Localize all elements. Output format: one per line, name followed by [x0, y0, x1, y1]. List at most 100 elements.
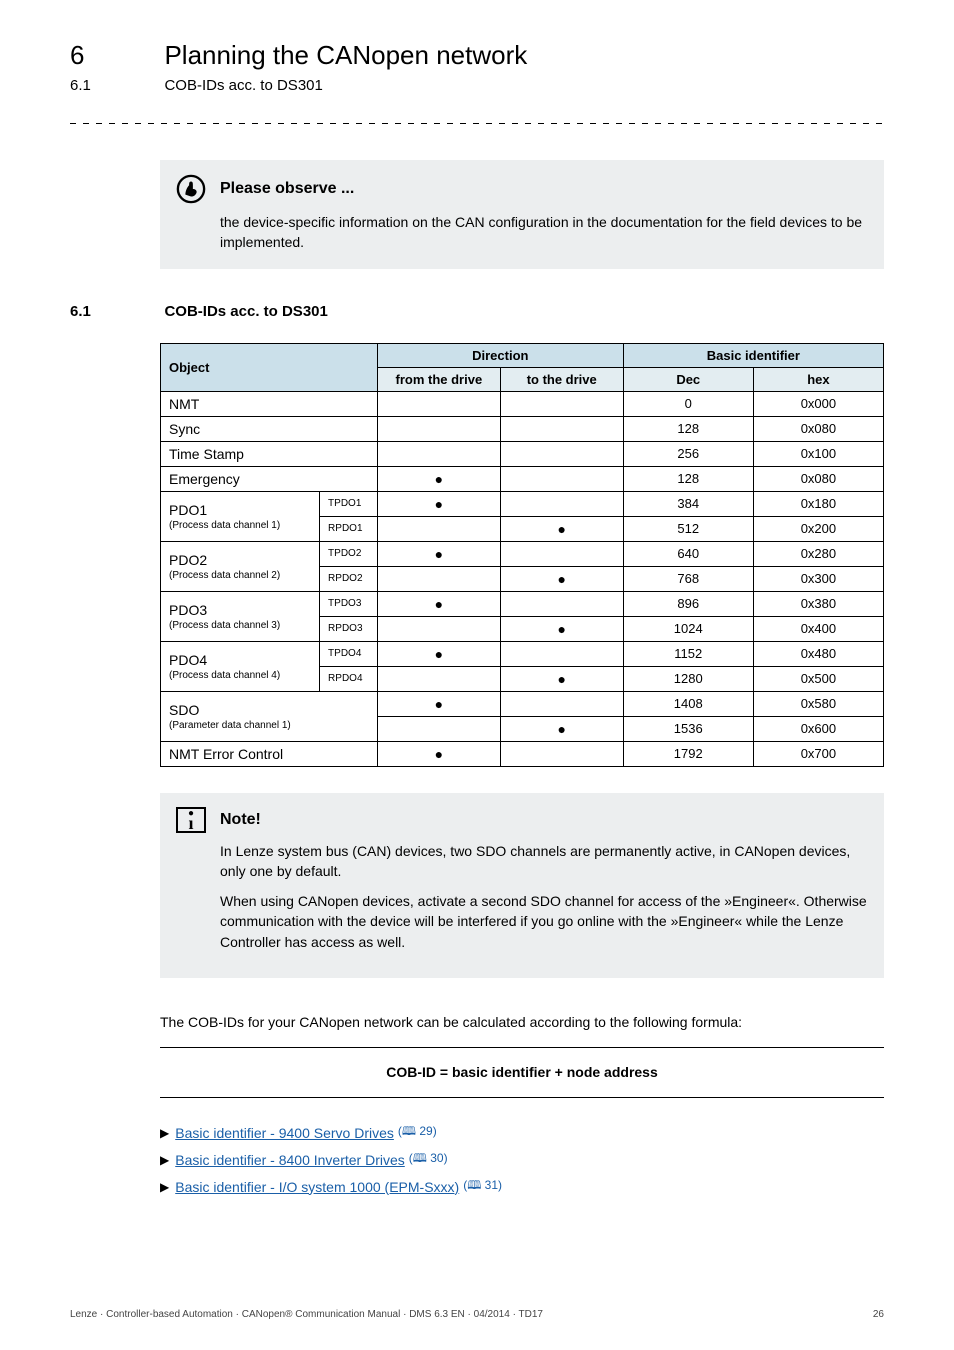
section-heading: 6.1 COB-IDs acc. to DS301 — [70, 303, 884, 321]
link-item: ▶ Basic identifier - 8400 Inverter Drives… — [160, 1149, 884, 1170]
cob-id-table: Object Direction Basic identifier from t… — [160, 343, 884, 767]
table-cell — [377, 391, 500, 416]
link-text[interactable]: Basic identifier - I/O system 1000 (EPM-… — [175, 1179, 459, 1195]
table-cell: ● — [377, 591, 500, 616]
note-p2: When using CANopen devices, activate a s… — [220, 891, 868, 952]
observe-box: Please observe ... the device-specific i… — [160, 160, 884, 269]
divider — [70, 123, 884, 124]
table-cell: ● — [377, 691, 500, 716]
table-cell: 1408 — [623, 691, 753, 716]
table-cell: ● — [500, 616, 623, 641]
table-cell: 0x100 — [753, 441, 883, 466]
table-row: NMT00x000 — [161, 391, 884, 416]
page-footer: Lenze · Controller-based Automation · CA… — [70, 1309, 884, 1320]
link-item: ▶ Basic identifier - I/O system 1000 (EPM… — [160, 1176, 884, 1197]
table-cell: 0x380 — [753, 591, 883, 616]
table-cell — [500, 741, 623, 766]
table-row: SDO(Parameter data channel 1)●14080x580 — [161, 691, 884, 716]
th-hex: hex — [753, 367, 883, 391]
table-cell — [500, 391, 623, 416]
table-cell — [377, 416, 500, 441]
table-cell: 0x080 — [753, 416, 883, 441]
note-heading: Note! — [220, 811, 261, 829]
th-from-drive: from the drive — [377, 367, 500, 391]
table-cell: 128 — [623, 466, 753, 491]
table-cell: ● — [500, 666, 623, 691]
table-cell: RPDO2 — [320, 566, 378, 591]
table-cell: 1280 — [623, 666, 753, 691]
table-row: Time Stamp2560x100 — [161, 441, 884, 466]
table-cell: 640 — [623, 541, 753, 566]
table-cell: 0x000 — [753, 391, 883, 416]
link-text[interactable]: Basic identifier - 9400 Servo Drives — [175, 1125, 394, 1141]
table-cell — [500, 441, 623, 466]
table-cell: RPDO4 — [320, 666, 378, 691]
table-cell: TPDO2 — [320, 541, 378, 566]
table-cell: ● — [500, 566, 623, 591]
table-cell: NMT Error Control — [161, 741, 378, 766]
table-cell: RPDO1 — [320, 516, 378, 541]
table-cell: PDO3(Process data channel 3) — [161, 591, 320, 641]
table-cell: Sync — [161, 416, 378, 441]
arrow-icon: ▶ — [160, 1126, 169, 1140]
table-cell: 384 — [623, 491, 753, 516]
note-box: ●ı Note! In Lenze system bus (CAN) devic… — [160, 793, 884, 978]
table-cell — [377, 566, 500, 591]
table-cell: 128 — [623, 416, 753, 441]
link-item: ▶ Basic identifier - 9400 Servo Drives (🕮… — [160, 1122, 884, 1143]
section-number: 6.1 — [70, 77, 160, 94]
link-page-ref[interactable]: (🕮 29) — [398, 1122, 437, 1143]
table-cell: 256 — [623, 441, 753, 466]
table-cell: 768 — [623, 566, 753, 591]
table-cell: PDO2(Process data channel 2) — [161, 541, 320, 591]
th-direction: Direction — [377, 343, 623, 367]
table-cell: 1152 — [623, 641, 753, 666]
formula-text: COB-ID = basic identifier + node address — [160, 1047, 884, 1098]
chapter-number: 6 — [70, 40, 160, 71]
table-cell: 0x080 — [753, 466, 883, 491]
table-cell: ● — [500, 716, 623, 741]
table-cell — [377, 666, 500, 691]
table-cell: 0x300 — [753, 566, 883, 591]
table-cell: PDO4(Process data channel 4) — [161, 641, 320, 691]
table-cell — [377, 516, 500, 541]
table-row: PDO1(Process data channel 1)TPDO1●3840x1… — [161, 491, 884, 516]
table-cell: PDO1(Process data channel 1) — [161, 491, 320, 541]
th-dec: Dec — [623, 367, 753, 391]
table-cell: 0x600 — [753, 716, 883, 741]
table-cell: 0x700 — [753, 741, 883, 766]
link-page-ref[interactable]: (🕮 31) — [463, 1176, 502, 1197]
table-cell: 1536 — [623, 716, 753, 741]
table-cell: TPDO3 — [320, 591, 378, 616]
table-cell: SDO(Parameter data channel 1) — [161, 691, 378, 741]
table-cell — [500, 691, 623, 716]
table-cell — [500, 416, 623, 441]
table-cell — [500, 466, 623, 491]
table-row: PDO2(Process data channel 2)TPDO2●6400x2… — [161, 541, 884, 566]
table-cell: TPDO4 — [320, 641, 378, 666]
arrow-icon: ▶ — [160, 1153, 169, 1167]
table-row: Sync 1280x080 — [161, 416, 884, 441]
table-cell: 1024 — [623, 616, 753, 641]
th-object: Object — [161, 343, 378, 391]
table-cell: ● — [377, 741, 500, 766]
table-cell — [377, 616, 500, 641]
table-cell: 0x580 — [753, 691, 883, 716]
section-heading-title: COB-IDs acc. to DS301 — [164, 303, 327, 320]
arrow-icon: ▶ — [160, 1180, 169, 1194]
note-p1: In Lenze system bus (CAN) devices, two S… — [220, 841, 868, 882]
table-cell: Emergency — [161, 466, 378, 491]
observe-heading: Please observe ... — [220, 180, 354, 198]
table-cell — [500, 591, 623, 616]
table-cell: 896 — [623, 591, 753, 616]
table-cell: ● — [377, 641, 500, 666]
table-cell — [500, 541, 623, 566]
section-subheading: 6.1 COB-IDs acc. to DS301 — [70, 77, 884, 95]
table-row: PDO4(Process data channel 4)TPDO4●11520x… — [161, 641, 884, 666]
table-cell: 1792 — [623, 741, 753, 766]
link-text[interactable]: Basic identifier - 8400 Inverter Drives — [175, 1152, 405, 1168]
info-icon: ●ı — [176, 807, 206, 833]
footer-page-number: 26 — [873, 1309, 884, 1320]
link-page-ref[interactable]: (🕮 30) — [409, 1149, 448, 1170]
table-cell: 512 — [623, 516, 753, 541]
